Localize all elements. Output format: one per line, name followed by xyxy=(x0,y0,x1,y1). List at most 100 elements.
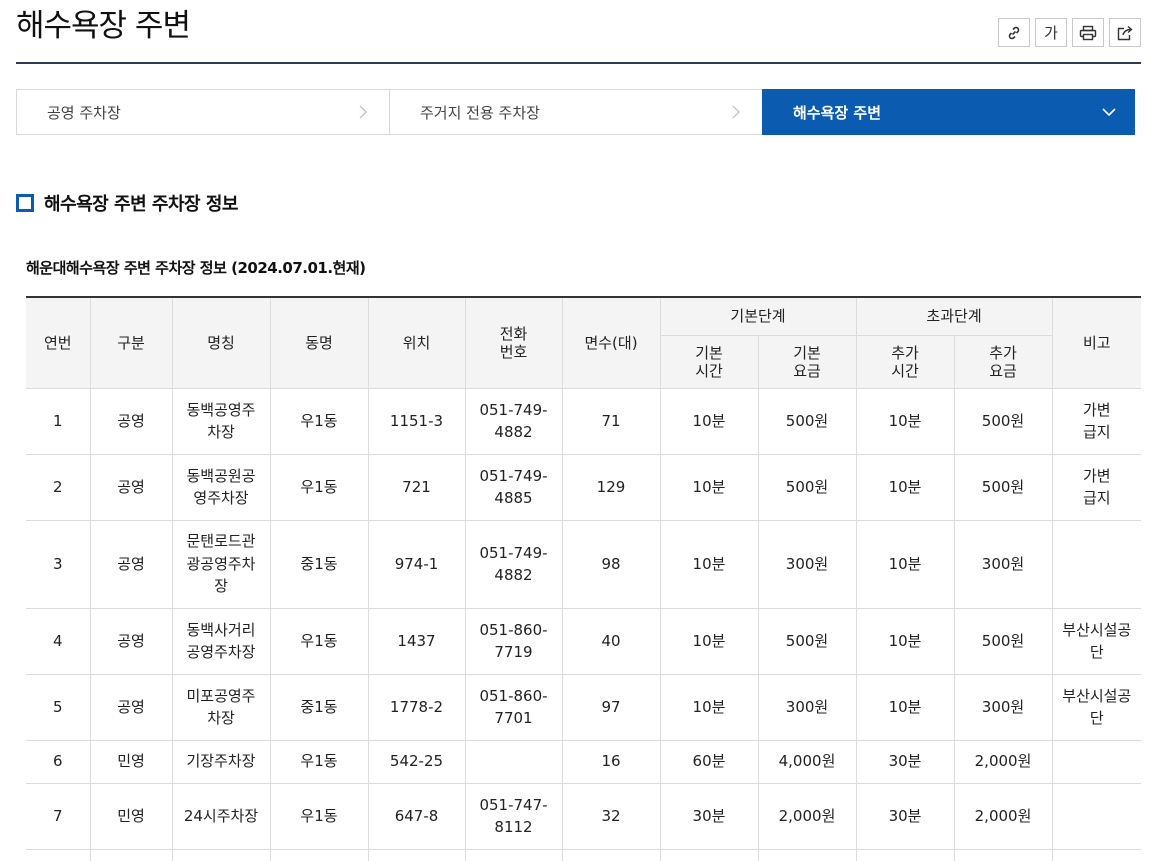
share-button[interactable] xyxy=(1109,18,1141,47)
cell-extra-time: 30분 xyxy=(855,782,955,850)
table-row xyxy=(26,848,1142,861)
header-basic-group: 기본단계 xyxy=(659,296,857,336)
cell-name: 동백공원공 영주차장 xyxy=(171,453,271,521)
cell-basic-fee: 4,000원 xyxy=(757,739,857,784)
chevron-right-icon xyxy=(359,105,367,119)
cell-type: 공영 xyxy=(89,673,173,741)
cell-location xyxy=(367,848,466,861)
cell-extra-fee: 500원 xyxy=(953,453,1053,521)
cell-basic-fee: 2,000원 xyxy=(757,782,857,850)
font-size-button[interactable]: 가 xyxy=(1035,18,1067,47)
tab-beach-parking[interactable]: 해수욕장 주변 xyxy=(762,89,1135,135)
cell-type xyxy=(89,848,173,861)
cell-basic-time xyxy=(659,848,759,861)
cell-spaces: 40 xyxy=(561,607,661,675)
cell-extra-time: 10분 xyxy=(855,607,955,675)
cell-name: 미포공영주 차장 xyxy=(171,673,271,741)
header-phone: 전화 번호 xyxy=(464,296,563,389)
tab-label: 공영 주차장 xyxy=(47,103,121,122)
cell-note xyxy=(1051,782,1142,850)
header-note: 비고 xyxy=(1051,296,1142,389)
header-dong: 동명 xyxy=(269,296,369,389)
header-extra-time: 추가 시간 xyxy=(855,334,955,389)
header-no: 연번 xyxy=(26,296,91,389)
cell-location: 647-8 xyxy=(367,782,466,850)
cell-name: 동백사거리 공영주차장 xyxy=(171,607,271,675)
table-row: 7 민영 24시주차장 우1동 647-8 051-747- 8112 32 30분 2,000… xyxy=(26,782,1142,850)
cell-basic-fee: 500원 xyxy=(757,387,857,455)
cell-dong: 우1동 xyxy=(269,782,369,850)
chevron-right-icon xyxy=(732,105,740,119)
cell-name: 동백공영주 차장 xyxy=(171,387,271,455)
cell-location: 1778-2 xyxy=(367,673,466,741)
cell-basic-time: 10분 xyxy=(659,673,759,741)
cell-basic-time: 10분 xyxy=(659,519,759,609)
cell-type: 공영 xyxy=(89,607,173,675)
square-bullet-icon xyxy=(16,194,34,212)
header-location: 위치 xyxy=(367,296,466,389)
cell-extra-fee: 300원 xyxy=(953,519,1053,609)
cell-basic-time: 10분 xyxy=(659,453,759,521)
cell-no: 6 xyxy=(26,739,91,784)
cell-phone: 051-749- 4885 xyxy=(464,453,563,521)
section-title-text: 해수욕장 주변 주차장 정보 xyxy=(44,194,238,215)
table-row: 4 공영 동백사거리 공영주차장 우1동 1437 051-860- 7719 40 10분 5… xyxy=(26,607,1142,675)
header-type: 구분 xyxy=(89,296,173,389)
cell-location: 974-1 xyxy=(367,519,466,609)
header-basic-fee: 기본 요금 xyxy=(757,334,857,389)
cell-note: 가변 급지 xyxy=(1051,387,1142,455)
cell-basic-time: 10분 xyxy=(659,387,759,455)
share-icon xyxy=(1117,25,1133,40)
cell-extra-time: 10분 xyxy=(855,453,955,521)
cell-basic-fee: 300원 xyxy=(757,519,857,609)
table-caption: 해운대해수욕장 주변 주차장 정보 (2024.07.01.현재) xyxy=(26,259,366,277)
table-row: 5 공영 미포공영주 차장 중1동 1778-2 051-860- 7701 97 10분 30… xyxy=(26,673,1142,741)
cell-note: 가변 급지 xyxy=(1051,453,1142,521)
cell-location: 1151-3 xyxy=(367,387,466,455)
cell-no: 3 xyxy=(26,519,91,609)
cell-basic-time: 10분 xyxy=(659,607,759,675)
cell-dong: 우1동 xyxy=(269,739,369,784)
cell-spaces: 16 xyxy=(561,739,661,784)
header-extra-group: 초과단계 xyxy=(855,296,1053,336)
cell-phone xyxy=(464,739,563,784)
cell-type: 공영 xyxy=(89,387,173,455)
page-tools: 가 xyxy=(998,18,1141,47)
cell-type: 민영 xyxy=(89,739,173,784)
page-title: 해수욕장 주변 xyxy=(16,8,191,44)
url-copy-button[interactable] xyxy=(998,18,1030,47)
table-row: 1 공영 동백공영주 차장 우1동 1151-3 051-749- 4882 71 10분 50… xyxy=(26,387,1142,455)
cell-dong: 중1동 xyxy=(269,519,369,609)
table-row: 2 공영 동백공원공 영주차장 우1동 721 051-749- 4885 129 10분 50… xyxy=(26,453,1142,521)
print-button[interactable] xyxy=(1072,18,1104,47)
header-extra-fee: 추가 요금 xyxy=(953,334,1053,389)
cell-dong xyxy=(269,848,369,861)
header-name: 명칭 xyxy=(171,296,271,389)
cell-spaces: 71 xyxy=(561,387,661,455)
cell-note: 부산시설공 단 xyxy=(1051,673,1142,741)
cell-basic-fee: 500원 xyxy=(757,453,857,521)
cell-no: 4 xyxy=(26,607,91,675)
table-row: 3 공영 문탠로드관 광공영주차 장 중1동 974-1 051-749- 4882 98 1… xyxy=(26,519,1142,609)
header-basic-time: 기본 시간 xyxy=(660,334,759,389)
cell-name: 24시주차장 xyxy=(171,782,271,850)
cell-spaces: 129 xyxy=(561,453,661,521)
cell-dong: 우1동 xyxy=(269,387,369,455)
cell-phone xyxy=(464,848,563,861)
cell-extra-fee xyxy=(953,848,1053,861)
cell-extra-fee: 2,000원 xyxy=(953,782,1053,850)
tab-residential-parking[interactable]: 주거지 전용 주차장 xyxy=(389,89,762,135)
cell-extra-time: 10분 xyxy=(855,387,955,455)
cell-basic-fee: 500원 xyxy=(757,607,857,675)
sub-navigation-tabs: 공영 주차장 주거지 전용 주차장 해수욕장 주변 xyxy=(16,89,1135,135)
cell-no: 1 xyxy=(26,387,91,455)
cell-dong: 우1동 xyxy=(269,453,369,521)
cell-basic-time: 60분 xyxy=(659,739,759,784)
cell-note xyxy=(1051,739,1142,784)
cell-no: 5 xyxy=(26,673,91,741)
print-icon xyxy=(1079,25,1097,40)
header-spaces: 면수(대) xyxy=(561,296,661,389)
tab-public-parking[interactable]: 공영 주차장 xyxy=(16,89,389,135)
cell-name: 기장주차장 xyxy=(171,739,271,784)
cell-basic-fee: 300원 xyxy=(757,673,857,741)
